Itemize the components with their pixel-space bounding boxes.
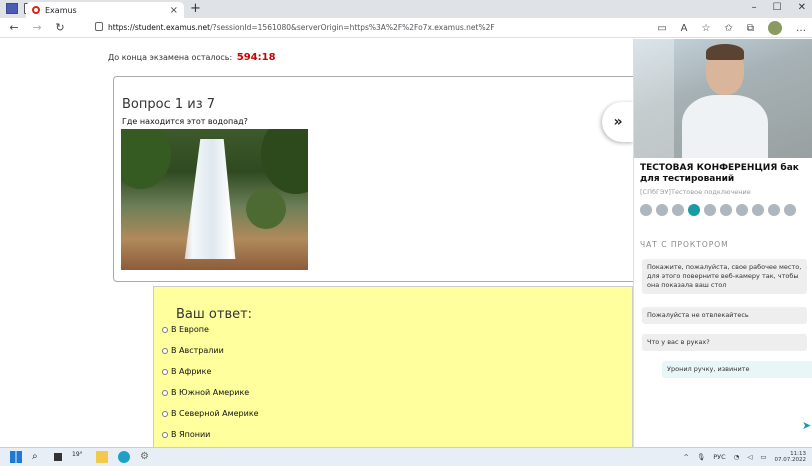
- chevron-up-icon[interactable]: ^: [684, 453, 689, 461]
- timer-value: 594:18: [236, 52, 276, 63]
- edge-icon[interactable]: [118, 451, 130, 463]
- more-icon[interactable]: …: [796, 23, 806, 34]
- lock-icon[interactable]: [95, 22, 103, 31]
- url-host: https://student.examus.net: [108, 23, 211, 32]
- refresh-icon[interactable]: ↻: [51, 21, 69, 34]
- taskbar: ⌕ 19° ⚙ ^ 🎙 РУС ◔ ◁ ▭ 11:13 07.07.2022: [0, 447, 812, 466]
- chat-icon[interactable]: [688, 204, 700, 216]
- exam-timer: До конца экзамена осталось: 594:18: [108, 52, 276, 63]
- back-icon[interactable]: ←: [5, 21, 23, 34]
- grid-icon[interactable]: [736, 204, 748, 216]
- mic-icon[interactable]: [720, 204, 732, 216]
- timer-label: До конца экзамена осталось:: [108, 53, 233, 62]
- option-south-america[interactable]: В Южной Америке: [162, 388, 249, 397]
- webcam-video: [634, 39, 812, 158]
- conference-subtitle: [СПбГЭУ]Тестовое подключение: [640, 188, 751, 196]
- extra-icon[interactable]: [784, 204, 796, 216]
- conference-title: ТЕСТОВАЯ КОНФЕРЕНЦИЯ бак для тестировани…: [640, 163, 799, 184]
- option-europe[interactable]: В Европе: [162, 325, 209, 334]
- share-icon[interactable]: [752, 204, 764, 216]
- radio-icon[interactable]: [162, 410, 168, 417]
- question-counter: Вопрос 1 из 7: [122, 97, 216, 112]
- chat-message: Покажите, пожалуйста, свое рабочее место…: [642, 259, 807, 294]
- settings-icon[interactable]: [704, 204, 716, 216]
- sidebar-icon[interactable]: [6, 3, 18, 14]
- clock-date: 07.07.2022: [774, 457, 807, 463]
- radio-icon[interactable]: [162, 368, 168, 375]
- volume-icon[interactable]: ◁: [747, 453, 752, 461]
- toolbar-icons: ▭ A ☆ ✩ ⧉ …: [657, 21, 806, 35]
- chat-message: Пожалуйста не отвлекайтесь: [642, 307, 807, 324]
- radio-icon[interactable]: [162, 389, 168, 396]
- exam-area: До конца экзамена осталось: 594:18 Вопро…: [0, 39, 633, 447]
- option-japan[interactable]: В Японии: [162, 430, 210, 439]
- send-icon[interactable]: ➤: [802, 419, 811, 432]
- media-controls: [640, 204, 796, 216]
- tab-close-button[interactable]: ×: [170, 5, 178, 16]
- chat-message-own: Уронил ручку, извините: [662, 361, 812, 378]
- reader-icon[interactable]: ▭: [657, 23, 666, 34]
- tab-examus[interactable]: Examus ×: [26, 2, 184, 18]
- address-bar: ← → ↻ https://student.examus.net/?sessio…: [0, 18, 812, 38]
- radio-icon[interactable]: [162, 326, 168, 333]
- collections-icon[interactable]: ⧉: [747, 23, 754, 34]
- settings-app-icon[interactable]: ⚙: [140, 451, 152, 463]
- answer-card: Ваш ответ: В Европе В Австралии В Африке…: [153, 286, 633, 447]
- window-controls: – ☐ ✕: [752, 2, 806, 13]
- chat-message: Что у вас в руках?: [642, 334, 807, 351]
- close-window-button[interactable]: ✕: [798, 2, 806, 13]
- read-aloud-icon[interactable]: A: [681, 23, 688, 34]
- option-australia[interactable]: В Австралии: [162, 346, 224, 355]
- question-card: Вопрос 1 из 7 Где находится этот водопад…: [113, 76, 633, 282]
- mic-tray-icon[interactable]: 🎙: [697, 453, 705, 461]
- new-tab-button[interactable]: +: [190, 1, 201, 16]
- option-north-america[interactable]: В Северной Америке: [162, 409, 259, 418]
- forward-icon[interactable]: →: [28, 21, 46, 34]
- chat-header: ЧАТ С ПРОКТОРОМ: [640, 240, 729, 249]
- option-africa[interactable]: В Африке: [162, 367, 211, 376]
- favorites-icon[interactable]: ✩: [724, 23, 732, 34]
- file-explorer-icon[interactable]: [96, 451, 108, 463]
- tab-bar: Examus × + – ☐ ✕: [0, 0, 812, 18]
- question-text: Где находится этот водопад?: [122, 117, 248, 126]
- favorite-icon[interactable]: ☆: [702, 23, 711, 34]
- language-indicator[interactable]: РУС: [713, 453, 725, 461]
- eye-icon[interactable]: [768, 204, 780, 216]
- clock[interactable]: 11:13 07.07.2022: [775, 451, 807, 463]
- pause-icon[interactable]: [656, 204, 668, 216]
- camera-icon[interactable]: [640, 204, 652, 216]
- url-field[interactable]: https://student.examus.net/?sessionId=15…: [108, 23, 495, 32]
- answer-title: Ваш ответ:: [176, 307, 253, 322]
- screen-icon[interactable]: [672, 204, 684, 216]
- wifi-icon[interactable]: ◔: [734, 453, 740, 461]
- waterfall-image: [121, 129, 308, 270]
- favicon-icon: [32, 6, 40, 14]
- battery-icon[interactable]: ▭: [760, 453, 766, 461]
- profile-icon[interactable]: [768, 21, 782, 35]
- weather-icon[interactable]: 19°: [72, 451, 86, 463]
- search-icon[interactable]: ⌕: [32, 451, 44, 463]
- system-tray: ^ 🎙 РУС ◔ ◁ ▭ 11:13 07.07.2022: [684, 451, 806, 463]
- maximize-button[interactable]: ☐: [773, 2, 782, 13]
- radio-icon[interactable]: [162, 347, 168, 354]
- radio-icon[interactable]: [162, 431, 168, 438]
- tab-title: Examus: [45, 5, 77, 15]
- task-view-icon[interactable]: [54, 453, 62, 461]
- proctor-panel: ТЕСТОВАЯ КОНФЕРЕНЦИЯ бак для тестировани…: [633, 39, 812, 447]
- url-path: /?sessionId=1561080&serverOrigin=https%3…: [210, 23, 495, 32]
- windows-start-icon[interactable]: [10, 451, 22, 463]
- minimize-button[interactable]: –: [752, 2, 757, 13]
